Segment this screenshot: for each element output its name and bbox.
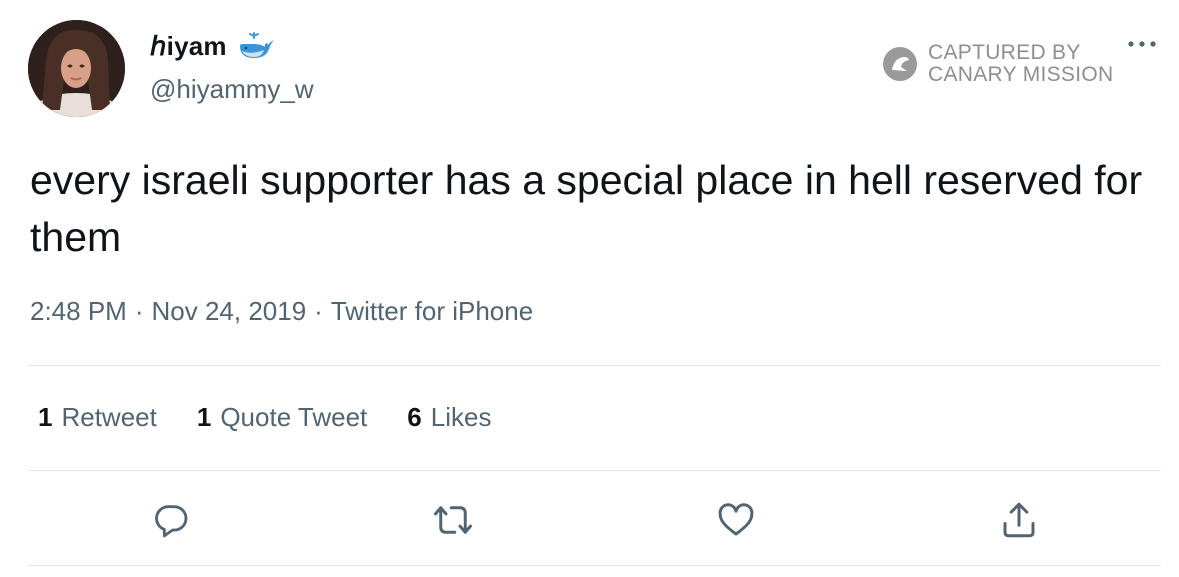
likes-count: 6 — [407, 402, 422, 432]
tweet-actions — [0, 497, 1179, 543]
meta-separator: · — [134, 296, 144, 326]
share-icon — [1003, 502, 1035, 538]
display-name[interactable]: ℎiyam — [150, 31, 227, 62]
meta-separator: · — [314, 296, 323, 326]
likes-label: Likes — [430, 402, 492, 432]
tweet-meta: 2:48 PM · Nov 24, 2019 · Twitter for iPh… — [30, 296, 533, 327]
watermark-line2: CANARY MISSION — [928, 63, 1114, 86]
tweet-text: every israeli supporter has a special pl… — [30, 157, 1143, 260]
retweet-icon — [434, 506, 472, 534]
divider — [28, 470, 1161, 471]
avatar[interactable] — [28, 20, 125, 117]
watermark-line1: CAPTURED BY — [928, 41, 1081, 64]
divider — [28, 565, 1161, 566]
retweet-label: Retweet — [61, 402, 157, 432]
user-handle[interactable]: @hiyammy_w — [150, 74, 314, 105]
like-button[interactable] — [713, 497, 759, 543]
retweet-button[interactable] — [430, 497, 476, 543]
retweet-count: 1 — [38, 402, 53, 432]
more-dots-icon — [1128, 41, 1156, 47]
canary-bird-icon — [883, 47, 917, 81]
canary-mission-watermark: CAPTURED BY CANARY MISSION — [882, 42, 1113, 86]
tweet-date[interactable]: Nov 24, 2019 — [152, 296, 307, 327]
heart-icon — [718, 503, 754, 536]
tweet-stats: 1 Retweet 1 Quote Tweet 6 Likes — [38, 402, 531, 433]
reply-icon — [155, 505, 188, 538]
tweet-source[interactable]: Twitter for iPhone — [331, 296, 533, 327]
more-options-button[interactable] — [1124, 30, 1160, 58]
quote-tweet-label: Quote Tweet — [220, 402, 368, 432]
likes-stat[interactable]: 6 Likes — [407, 402, 491, 433]
reply-button[interactable] — [148, 497, 194, 543]
whale-icon — [237, 31, 275, 61]
quote-tweet-count: 1 — [196, 402, 212, 432]
retweet-stat[interactable]: 1 Retweet — [38, 402, 157, 433]
quote-tweet-stat[interactable]: 1 Quote Tweet — [197, 402, 367, 433]
divider — [28, 365, 1161, 366]
share-button[interactable] — [996, 497, 1042, 543]
tweet-time[interactable]: 2:48 PM — [30, 296, 127, 327]
